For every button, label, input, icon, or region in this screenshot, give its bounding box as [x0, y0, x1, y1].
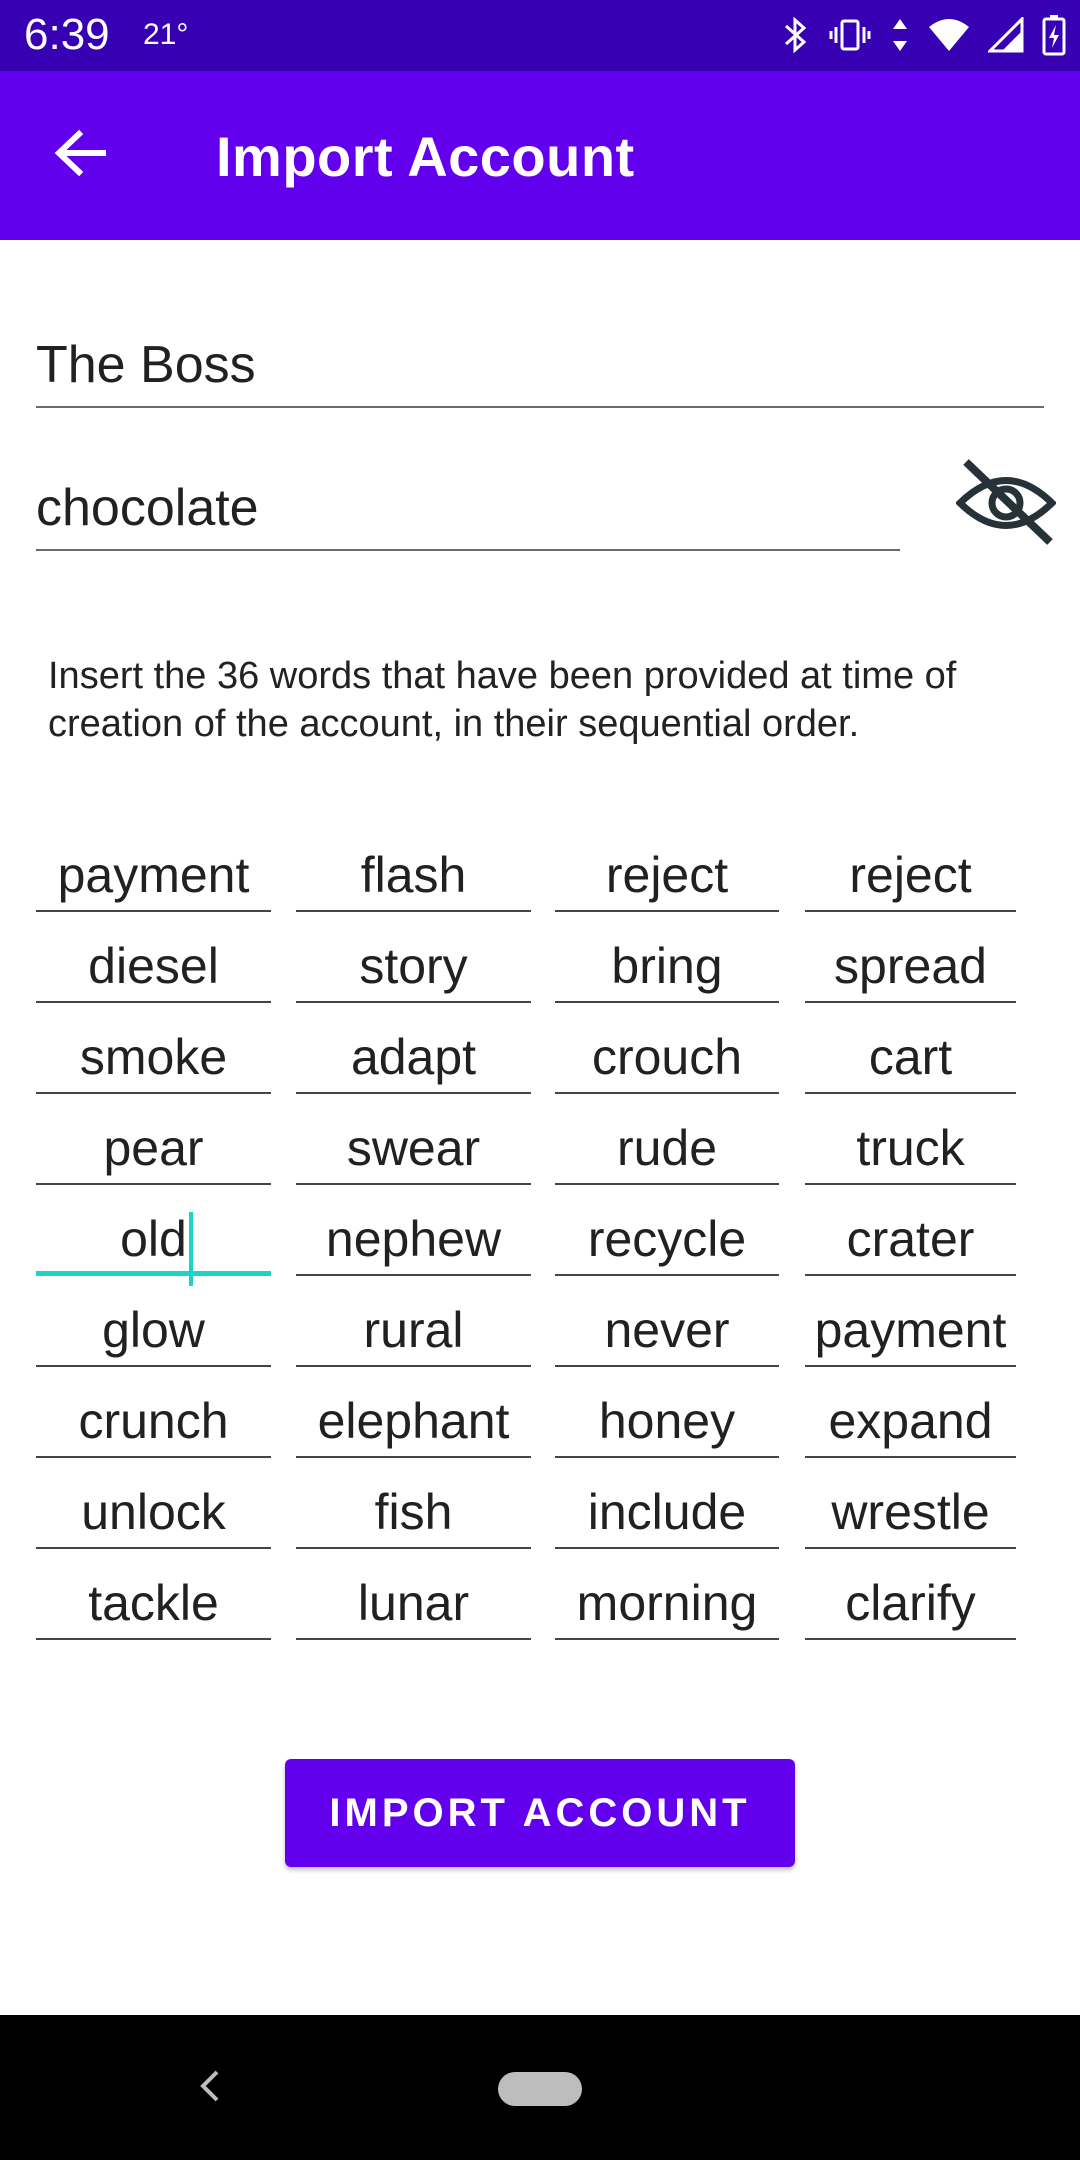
- mnemonic-word-field[interactable]: [296, 1204, 531, 1276]
- mnemonic-word-input[interactable]: [36, 1022, 271, 1092]
- mnemonic-word-field[interactable]: [36, 840, 271, 912]
- mnemonic-word-input[interactable]: [555, 1477, 779, 1547]
- mnemonic-word-input[interactable]: [36, 1386, 271, 1456]
- status-bar: 6:39 21°: [0, 0, 1080, 71]
- nav-back-button[interactable]: [185, 2061, 235, 2115]
- mnemonic-word-input[interactable]: [555, 1568, 779, 1638]
- navigation-bar: [0, 2015, 1080, 2160]
- mnemonic-word-field[interactable]: [805, 1022, 1016, 1094]
- signal-icon: [988, 17, 1024, 53]
- vibrate-icon: [828, 15, 872, 55]
- mnemonic-word-input[interactable]: [555, 931, 779, 1001]
- mnemonic-word-input[interactable]: [36, 931, 271, 1001]
- mnemonic-word-input[interactable]: [555, 1295, 779, 1365]
- mnemonic-word-field[interactable]: [555, 1113, 779, 1185]
- mnemonic-word-field[interactable]: [555, 1477, 779, 1549]
- nav-home-button[interactable]: [498, 2072, 582, 2106]
- page-title: Import Account: [216, 125, 635, 188]
- mnemonic-word-input[interactable]: [36, 1113, 271, 1183]
- toggle-password-visibility-button[interactable]: [952, 455, 1060, 555]
- mnemonic-word-field[interactable]: [805, 1568, 1016, 1640]
- mnemonic-word-input[interactable]: [36, 1295, 271, 1365]
- chevron-left-icon: [195, 2066, 225, 2111]
- mnemonic-word-input[interactable]: [805, 1022, 1016, 1092]
- mnemonic-word-field[interactable]: [36, 1295, 271, 1367]
- mnemonic-word-field[interactable]: [805, 1204, 1016, 1276]
- mnemonic-word-field[interactable]: [36, 931, 271, 1003]
- mnemonic-word-field[interactable]: [36, 1386, 271, 1458]
- back-button[interactable]: [40, 115, 120, 195]
- mnemonic-word-input[interactable]: [555, 1113, 779, 1183]
- mnemonic-word-input[interactable]: [805, 840, 1016, 910]
- mnemonic-word-field[interactable]: [555, 1386, 779, 1458]
- password-input[interactable]: [36, 473, 900, 543]
- mnemonic-word-input[interactable]: [805, 1113, 1016, 1183]
- mnemonic-word-input[interactable]: [555, 1386, 779, 1456]
- mnemonic-word-input[interactable]: [36, 840, 271, 910]
- account-name-input[interactable]: [36, 330, 1044, 400]
- bluetooth-icon: [782, 15, 810, 55]
- mnemonic-word-field[interactable]: [36, 1113, 271, 1185]
- mnemonic-word-field[interactable]: [36, 1022, 271, 1094]
- mnemonic-word-input[interactable]: [296, 1568, 531, 1638]
- mnemonic-word-input[interactable]: [296, 1386, 531, 1456]
- mnemonic-word-field[interactable]: [36, 1568, 271, 1640]
- mnemonic-word-field[interactable]: [555, 1295, 779, 1367]
- mnemonic-word-input[interactable]: [805, 1568, 1016, 1638]
- mnemonic-word-field[interactable]: [296, 931, 531, 1003]
- password-field[interactable]: [36, 473, 900, 551]
- data-arrows-icon: [890, 15, 910, 55]
- mnemonic-word-input[interactable]: [36, 1477, 271, 1547]
- mnemonic-word-input[interactable]: [36, 1204, 271, 1274]
- mnemonic-word-input[interactable]: [296, 1204, 531, 1274]
- mnemonic-word-input[interactable]: [805, 1295, 1016, 1365]
- mnemonic-word-input[interactable]: [555, 1022, 779, 1092]
- mnemonic-word-field[interactable]: [555, 931, 779, 1003]
- mnemonic-word-input[interactable]: [296, 1295, 531, 1365]
- mnemonic-word-field[interactable]: [555, 1022, 779, 1094]
- mnemonic-word-input[interactable]: [805, 1204, 1016, 1274]
- mnemonic-word-field[interactable]: [296, 1113, 531, 1185]
- import-account-button[interactable]: IMPORT ACCOUNT: [285, 1759, 795, 1867]
- mnemonic-word-field[interactable]: [805, 840, 1016, 912]
- mnemonic-word-input[interactable]: [296, 1477, 531, 1547]
- mnemonic-word-field[interactable]: [296, 1022, 531, 1094]
- mnemonic-word-input[interactable]: [805, 1477, 1016, 1547]
- mnemonic-word-input[interactable]: [805, 1386, 1016, 1456]
- mnemonic-word-field[interactable]: [296, 1295, 531, 1367]
- mnemonic-word-field[interactable]: [36, 1477, 271, 1549]
- mnemonic-word-field[interactable]: [805, 1295, 1016, 1367]
- app-bar: Import Account: [0, 71, 1080, 240]
- mnemonic-word-field[interactable]: [555, 840, 779, 912]
- mnemonic-word-field[interactable]: [805, 1113, 1016, 1185]
- mnemonic-word-input[interactable]: [296, 1113, 531, 1183]
- mnemonic-word-field[interactable]: [555, 1204, 779, 1276]
- mnemonic-word-field[interactable]: [805, 931, 1016, 1003]
- status-time: 6:39: [24, 10, 110, 59]
- mnemonic-word-field[interactable]: [296, 840, 531, 912]
- mnemonic-word-input[interactable]: [296, 840, 531, 910]
- mnemonic-word-field[interactable]: [805, 1386, 1016, 1458]
- mnemonic-word-field[interactable]: [296, 1477, 531, 1549]
- mnemonic-word-input[interactable]: [296, 931, 531, 1001]
- mnemonic-word-input[interactable]: [36, 1568, 271, 1638]
- battery-charging-icon: [1042, 14, 1066, 56]
- eye-off-icon: [954, 458, 1058, 553]
- arrow-back-icon: [53, 128, 107, 183]
- mnemonic-word-input[interactable]: [555, 840, 779, 910]
- instructions-text: Insert the 36 words that have been provi…: [48, 655, 957, 745]
- wifi-icon: [928, 17, 970, 53]
- mnemonic-word-input[interactable]: [805, 931, 1016, 1001]
- status-icons: [782, 10, 1066, 60]
- text-cursor: [189, 1212, 193, 1286]
- mnemonic-word-field[interactable]: [296, 1568, 531, 1640]
- account-name-field[interactable]: [36, 330, 1044, 408]
- mnemonic-word-field[interactable]: [36, 1204, 271, 1286]
- mnemonic-word-field[interactable]: [296, 1386, 531, 1458]
- mnemonic-word-field[interactable]: [555, 1568, 779, 1640]
- mnemonic-word-field[interactable]: [805, 1477, 1016, 1549]
- mnemonic-word-input[interactable]: [555, 1204, 779, 1274]
- status-temperature: 21°: [143, 18, 189, 51]
- mnemonic-word-input[interactable]: [296, 1022, 531, 1092]
